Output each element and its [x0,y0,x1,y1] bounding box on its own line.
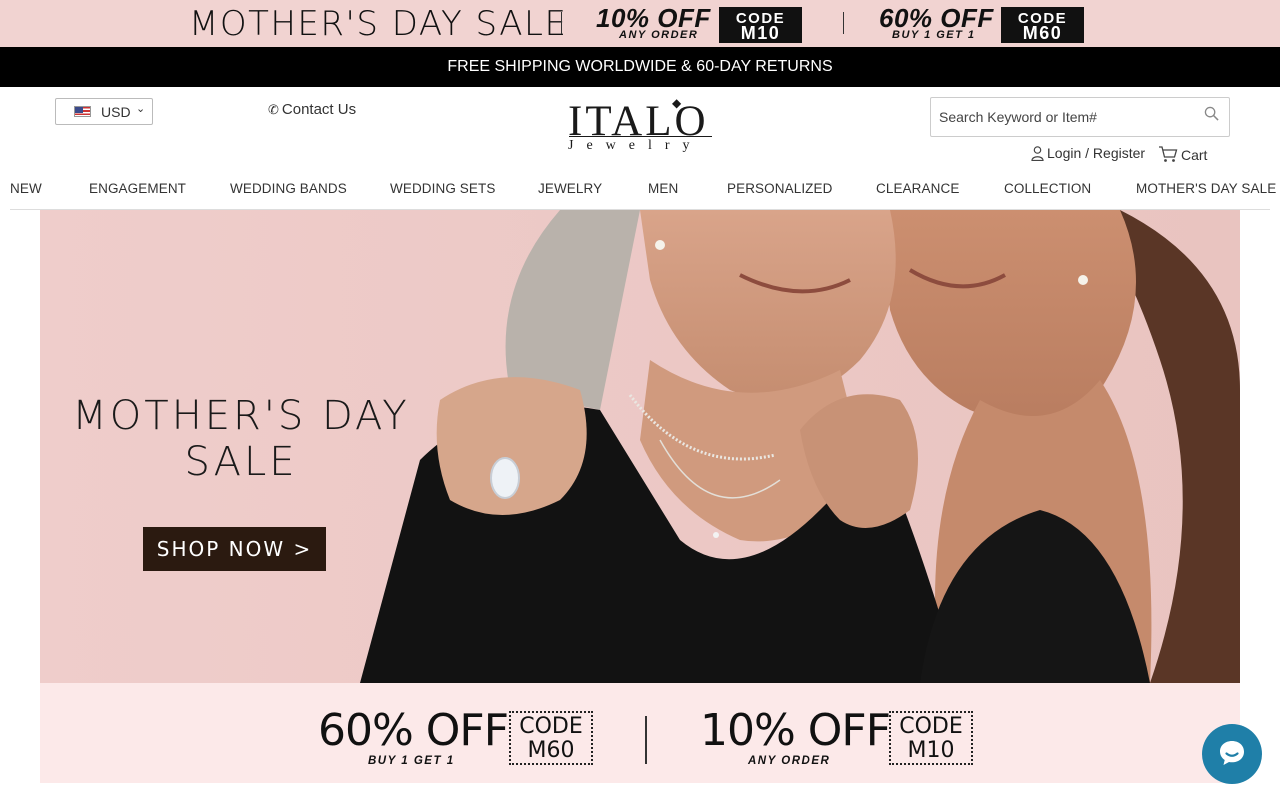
logo-subtitle: Jewelry [568,138,703,153]
offer-10: 10% OFF ANY ORDER CODE M10 [700,705,980,767]
promo-code-value: M10 [740,23,781,43]
nav-item-personalized[interactable]: PERSONALIZED [727,181,832,196]
search-input[interactable] [939,107,1189,127]
shipping-notice[interactable]: FREE SHIPPING WORLDWIDE & 60-DAY RETURNS [0,47,1280,87]
nav-item-jewelry[interactable]: JEWELRY [538,181,602,196]
promo-title: MOTHER'S DAY SALE [189,4,568,44]
promo-code-badge: CODE M60 [1001,7,1084,43]
promo-code-value: M60 [1022,23,1063,43]
diamond-icon: ◆ [672,96,682,110]
offer-10-value: 10% OFF [700,705,891,756]
offer-code-box: CODE M60 [509,711,593,765]
offer-60: 60% OFF BUY 1 GET 1 CODE M60 [318,705,598,767]
hero-banner[interactable]: MOTHER'S DAY SALE SHOP NOW > [40,210,1240,683]
currency-label: USD [101,104,131,120]
hero-headline: MOTHER'S DAY SALE [70,393,412,485]
nav-item-mothers-day-sale[interactable]: MOTHER'S DAY SALE [1136,181,1276,196]
login-register-label: Login / Register [1047,145,1146,161]
promo-offer-10: 10% OFF ANY ORDER CODE M10 [596,3,806,44]
logo-rule [569,136,712,137]
nav-item-clearance[interactable]: CLEARANCE [876,181,959,196]
promo-offer-60-condition: BUY 1 GET 1 [892,29,976,41]
nav-item-collection[interactable]: COLLECTION [1004,181,1091,196]
contact-us-label: Contact Us [281,101,357,118]
promo-divider [561,12,562,34]
main-nav: NEW ENGAGEMENT WEDDING BANDS WEDDING SET… [10,181,1276,210]
offer-code-label: CODE [519,714,583,739]
promo-code-badge: CODE M10 [719,7,802,43]
nav-item-wedding-bands[interactable]: WEDDING BANDS [230,181,347,196]
cart-icon [1159,146,1178,162]
live-chat-button[interactable] [1202,724,1262,784]
nav-item-men[interactable]: MEN [648,181,678,196]
promo-offer-60: 60% OFF BUY 1 GET 1 CODE M60 [879,3,1089,44]
chat-icon [1220,741,1244,765]
offer-60-value: 60% OFF [318,705,509,756]
login-register-link[interactable]: Login / Register [1031,145,1146,162]
promo-offer-10-condition: ANY ORDER [619,29,699,41]
contact-us-link[interactable]: ✆ Contact Us [268,101,356,118]
us-flag-icon [74,106,91,117]
offer-strip[interactable]: 60% OFF BUY 1 GET 1 CODE M60 10% OFF ANY… [40,683,1240,783]
offer-code-label: CODE [899,714,963,739]
currency-selector[interactable]: USD ⌄ [55,98,153,125]
cart-link[interactable]: Cart [1158,145,1207,163]
search-icon[interactable] [1204,106,1219,121]
promo-divider [843,12,844,34]
nav-item-wedding-sets[interactable]: WEDDING SETS [390,181,495,196]
search-box[interactable] [930,97,1230,137]
site-logo[interactable]: ITALO ◆ Jewelry [566,96,716,158]
cart-label: Cart [1181,147,1208,163]
nav-item-engagement[interactable]: ENGAGEMENT [89,181,186,196]
offer-10-condition: ANY ORDER [748,755,831,767]
phone-icon: ✆ [268,102,279,117]
hero-headline-line: MOTHER'S DAY [72,393,410,439]
offer-60-condition: BUY 1 GET 1 [368,755,455,767]
hero-headline-line: SALE [184,439,298,485]
offer-divider [645,716,647,764]
promo-banner[interactable]: MOTHER'S DAY SALE 10% OFF ANY ORDER CODE… [0,0,1280,47]
chevron-down-icon: ⌄ [136,103,146,115]
offer-code-value: M10 [907,738,955,763]
user-icon [1031,146,1044,162]
offer-code-value: M60 [527,738,575,763]
shop-now-button[interactable]: SHOP NOW > [143,527,326,571]
nav-item-new[interactable]: NEW [10,181,42,196]
offer-code-box: CODE M10 [889,711,973,765]
